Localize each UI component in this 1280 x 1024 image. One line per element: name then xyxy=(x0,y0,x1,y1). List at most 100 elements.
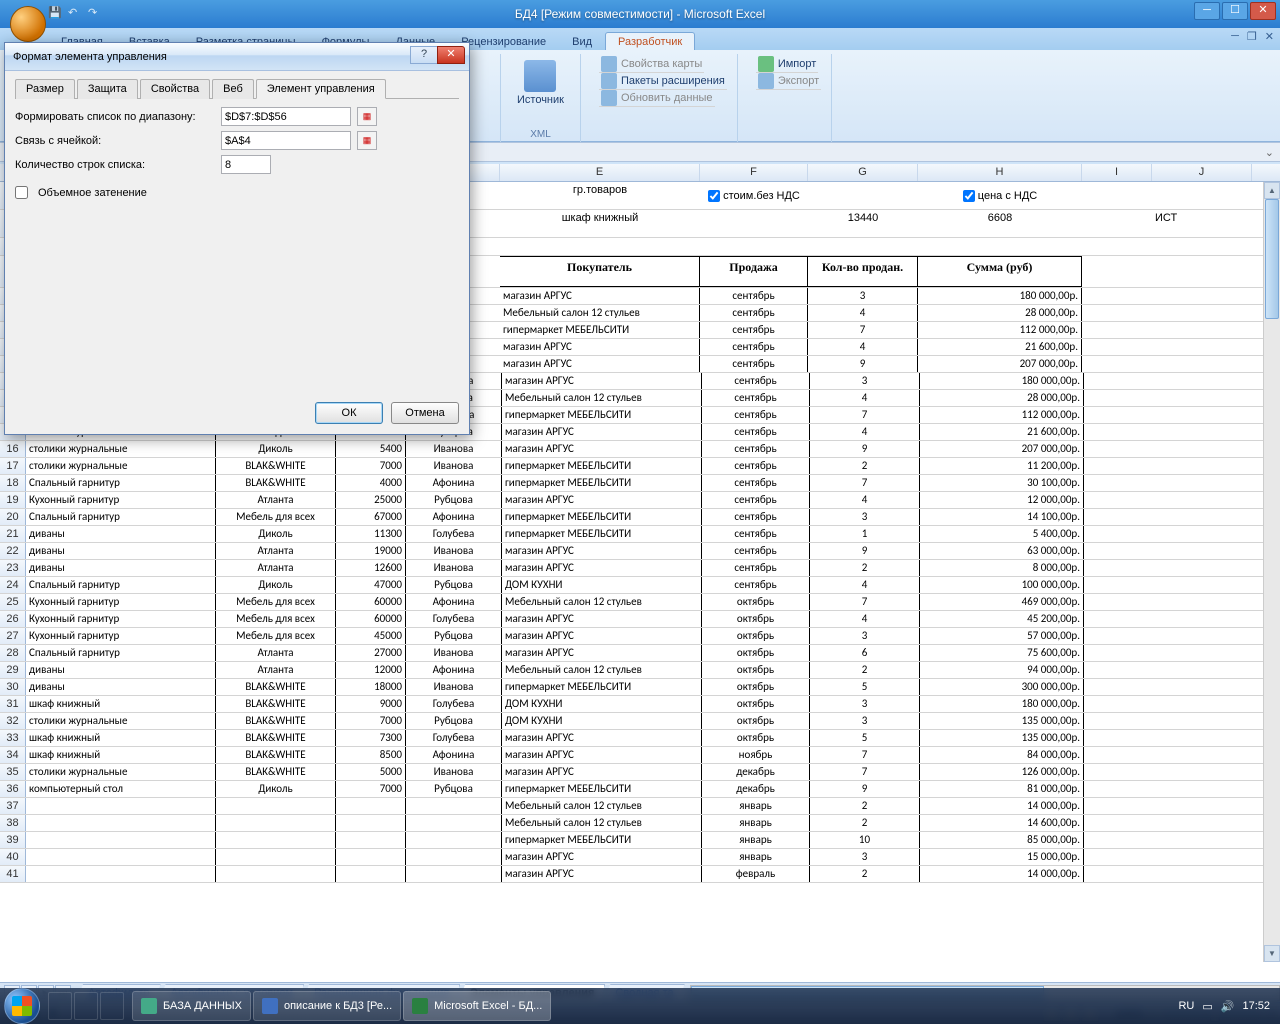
cell[interactable]: 5 xyxy=(810,730,920,746)
cell[interactable]: 4 xyxy=(810,390,920,406)
cell[interactable]: магазин АРГУС xyxy=(502,424,702,440)
cell[interactable]: ИСТ xyxy=(1152,210,1252,237)
row-header[interactable]: 38 xyxy=(0,815,26,831)
cell[interactable] xyxy=(216,798,336,814)
row-header[interactable]: 28 xyxy=(0,645,26,661)
cell[interactable]: 7 xyxy=(810,475,920,491)
cell[interactable]: гипермаркет МЕБЕЛЬСИТИ xyxy=(500,322,700,338)
cell[interactable]: Атланта xyxy=(216,645,336,661)
cell[interactable]: 81 000,00р. xyxy=(920,781,1084,797)
ql-icon[interactable] xyxy=(74,992,98,1020)
cell[interactable]: гипермаркет МЕБЕЛЬСИТИ xyxy=(502,679,702,695)
cell[interactable]: гипермаркет МЕБЕЛЬСИТИ xyxy=(502,407,702,423)
cell[interactable]: октябрь xyxy=(702,730,810,746)
cell[interactable]: магазин АРГУС xyxy=(502,611,702,627)
row-header[interactable]: 25 xyxy=(0,594,26,610)
cell[interactable]: Рубцова xyxy=(406,628,502,644)
cell-link-input[interactable] xyxy=(221,131,351,150)
cell[interactable] xyxy=(26,815,216,831)
cell[interactable]: 135 000,00р. xyxy=(920,730,1084,746)
cell[interactable]: Диколь xyxy=(216,526,336,542)
cell[interactable]: 85 000,00р. xyxy=(920,832,1084,848)
col-G[interactable]: G xyxy=(808,164,918,181)
cell[interactable]: 30 100,00р. xyxy=(920,475,1084,491)
cell[interactable]: 2 xyxy=(810,560,920,576)
cell[interactable]: 100 000,00р. xyxy=(920,577,1084,593)
cell[interactable]: магазин АРГУС xyxy=(502,628,702,644)
cell[interactable]: Мебельный салон 12 стульев xyxy=(502,594,702,610)
cell[interactable]: 27000 xyxy=(336,645,406,661)
cell[interactable]: октябрь xyxy=(702,594,810,610)
cell[interactable]: 3 xyxy=(810,713,920,729)
row-header[interactable]: 31 xyxy=(0,696,26,712)
cell[interactable]: Кухонный гарнитур xyxy=(26,492,216,508)
cell[interactable]: цена с НДС xyxy=(918,182,1082,209)
cell[interactable]: Мебель для всех xyxy=(216,611,336,627)
map-properties-button[interactable]: Свойства карты xyxy=(599,56,704,73)
cell[interactable]: 84 000,00р. xyxy=(920,747,1084,763)
row-header[interactable]: 23 xyxy=(0,560,26,576)
taskbar-item[interactable]: БАЗА ДАННЫХ xyxy=(132,991,251,1021)
cell[interactable]: 12 000,00р. xyxy=(920,492,1084,508)
cell[interactable]: сентябрь xyxy=(702,407,810,423)
ribbon-tab[interactable]: Разработчик xyxy=(605,32,695,50)
cell[interactable]: BLAK&WHITE xyxy=(216,764,336,780)
cell[interactable]: Иванова xyxy=(406,543,502,559)
ql-icon[interactable] xyxy=(48,992,72,1020)
cell[interactable]: 45000 xyxy=(336,628,406,644)
cell[interactable] xyxy=(336,866,406,882)
cell[interactable]: 180 000,00р. xyxy=(918,288,1082,304)
cell[interactable]: сентябрь xyxy=(700,288,808,304)
tray-flag-icon[interactable]: ▭ xyxy=(1202,1000,1212,1013)
minimize-button[interactable]: ─ xyxy=(1194,2,1220,20)
cell[interactable] xyxy=(336,849,406,865)
cell[interactable]: 14 100,00р. xyxy=(920,509,1084,525)
cell[interactable]: BLAK&WHITE xyxy=(216,730,336,746)
cell[interactable] xyxy=(406,815,502,831)
cell[interactable]: магазин АРГУС xyxy=(500,288,700,304)
cell[interactable]: 75 600,00р. xyxy=(920,645,1084,661)
cell[interactable]: Спальный гарнитур xyxy=(26,475,216,491)
dialog-tab[interactable]: Защита xyxy=(77,79,138,99)
cell[interactable]: шкаф книжный xyxy=(26,730,216,746)
row-header[interactable]: 41 xyxy=(0,866,26,882)
ql-icon[interactable] xyxy=(100,992,124,1020)
cell[interactable]: 9 xyxy=(810,441,920,457)
cell[interactable]: 1 xyxy=(810,526,920,542)
cell[interactable]: 4 xyxy=(808,339,918,355)
lines-input[interactable] xyxy=(221,155,271,174)
cell[interactable]: 47000 xyxy=(336,577,406,593)
start-button[interactable] xyxy=(4,988,40,1024)
row-header[interactable]: 33 xyxy=(0,730,26,746)
cell[interactable]: ДОМ КУХНИ xyxy=(502,577,702,593)
xml-source-button[interactable]: Источник xyxy=(511,56,570,110)
doc-close-icon[interactable]: ✕ xyxy=(1265,30,1274,43)
cell[interactable]: Рубцова xyxy=(406,781,502,797)
cell[interactable]: диваны xyxy=(26,543,216,559)
cell[interactable]: Голубева xyxy=(406,696,502,712)
cell[interactable]: Афонина xyxy=(406,509,502,525)
cell[interactable]: 60000 xyxy=(336,594,406,610)
cell[interactable]: Кухонный гарнитур xyxy=(26,594,216,610)
cell[interactable]: магазин АРГУС xyxy=(502,560,702,576)
cell[interactable]: октябрь xyxy=(702,611,810,627)
cell[interactable]: 3 xyxy=(810,373,920,389)
range-ref-button[interactable]: ▦ xyxy=(357,107,377,126)
cell[interactable]: гипермаркет МЕБЕЛЬСИТИ xyxy=(502,475,702,491)
cell[interactable]: 5000 xyxy=(336,764,406,780)
row-header[interactable]: 22 xyxy=(0,543,26,559)
cell[interactable]: октябрь xyxy=(702,713,810,729)
cell[interactable]: Мебельный салон 12 стульев xyxy=(502,390,702,406)
cell[interactable]: 7 xyxy=(810,764,920,780)
cell[interactable]: 2 xyxy=(810,815,920,831)
cell[interactable] xyxy=(336,832,406,848)
cell[interactable]: магазин АРГУС xyxy=(502,645,702,661)
cell[interactable] xyxy=(216,849,336,865)
row-header[interactable]: 19 xyxy=(0,492,26,508)
row-header[interactable]: 20 xyxy=(0,509,26,525)
cell[interactable]: Мебельный салон 12 стульев xyxy=(502,662,702,678)
row-header[interactable]: 30 xyxy=(0,679,26,695)
cell[interactable]: 6 xyxy=(810,645,920,661)
col-F[interactable]: F xyxy=(700,164,808,181)
cell[interactable]: 14 600,00р. xyxy=(920,815,1084,831)
